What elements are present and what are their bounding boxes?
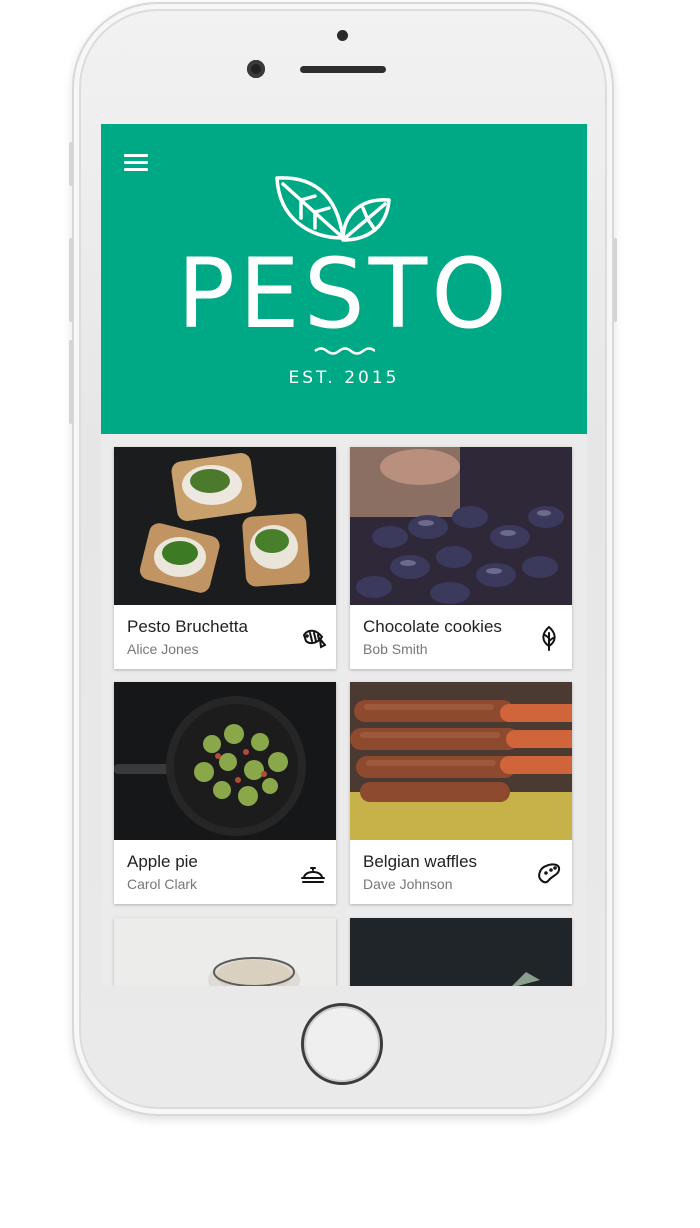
recipe-photo [350,682,572,840]
potato-icon [538,863,561,884]
app-screen: PESTO EST. 2015 Pesto Bruchetta Alice Jo… [101,124,587,986]
app-header: PESTO EST. 2015 [101,124,587,434]
volume-down-button [69,340,73,424]
mute-switch [69,142,73,186]
recipe-card[interactable]: Apple pie Carol Clark [114,682,336,904]
leaf-icon [542,626,556,651]
recipe-card[interactable] [350,918,572,986]
front-camera [247,60,265,78]
cloche-icon [301,867,325,883]
recipe-author: Bob Smith [363,641,428,657]
earpiece-speaker [300,66,386,73]
recipe-card[interactable]: Belgian waffles Dave Johnson [350,682,572,904]
brand-title: PESTO [177,238,511,350]
recipe-card[interactable]: Chocolate cookies Bob Smith [350,447,572,669]
wave-divider-icon [314,347,375,355]
recipe-author: Dave Johnson [363,876,453,892]
recipe-title: Pesto Bruchetta [127,617,248,636]
fish-icon [302,629,326,649]
menu-icon [124,154,148,157]
proximity-sensor [337,30,348,41]
menu-icon-bar [124,168,148,171]
menu-button[interactable] [121,150,153,174]
recipe-photo [114,682,336,840]
recipe-photo [350,447,572,605]
recipe-author: Carol Clark [127,876,198,892]
established-label: EST. 2015 [288,368,400,388]
recipe-photo [350,918,572,986]
recipe-card[interactable]: Pesto Bruchetta Alice Jones [114,447,336,669]
recipe-card[interactable] [114,918,336,986]
menu-icon-bar [124,161,148,164]
power-button [613,238,617,322]
recipe-photo [114,918,336,986]
recipe-photo [114,447,336,605]
recipe-author: Alice Jones [127,641,199,657]
recipe-title: Apple pie [127,852,198,871]
home-button[interactable] [301,1003,383,1085]
recipe-title: Chocolate cookies [363,617,502,636]
recipe-title: Belgian waffles [363,852,478,871]
volume-up-button [69,238,73,322]
